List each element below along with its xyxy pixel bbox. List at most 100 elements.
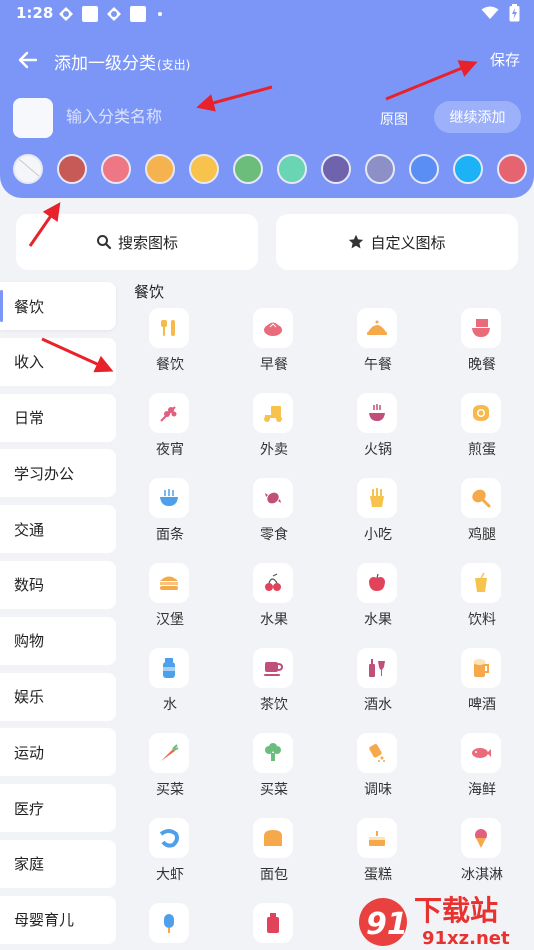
color-swatch[interactable] [277,154,307,184]
category-name-input[interactable] [66,107,346,126]
icon-label: 餐饮 [156,357,184,373]
sidebar-item[interactable]: 娱乐 [0,672,116,721]
beer-icon [461,648,501,688]
cake-icon [357,818,397,858]
color-swatch[interactable] [57,154,87,184]
color-swatch[interactable] [497,154,527,184]
page-title-text: 添加一级分类 [54,54,156,74]
icon-cell[interactable]: 面条 [118,478,222,558]
color-swatch[interactable] [145,154,175,184]
icon-cell[interactable]: 火锅 [326,393,430,473]
icon-cell[interactable]: 水 [118,648,222,728]
fries-icon [357,478,397,518]
icon-cell[interactable]: 小吃 [326,478,430,558]
sidebar-item[interactable]: 购物 [0,616,116,665]
icon-cell[interactable]: 大虾 [118,818,222,898]
sidebar-item[interactable]: 交通 [0,505,116,554]
color-swatch[interactable] [101,154,131,184]
color-picker [13,154,527,186]
icon-cell[interactable]: 煎蛋 [430,393,534,473]
status-bar: 1:28 [0,0,534,28]
icon-cell[interactable]: 酒水 [326,648,430,728]
icon-label: 早餐 [260,357,288,373]
color-swatch[interactable] [409,154,439,184]
icon-cell[interactable]: 买菜 [118,733,222,813]
icon-cell[interactable]: 买菜 [222,733,326,813]
svg-text:91: 91 [366,907,408,942]
color-swatch[interactable] [321,154,351,184]
icon-cell[interactable]: 水果 [326,563,430,643]
hotpot-icon [357,393,397,433]
battery-icon [509,4,520,22]
tea-cup-icon [253,648,293,688]
icon-cell[interactable]: 午餐 [326,308,430,388]
sidebar-item[interactable]: 运动 [0,728,116,777]
category-icon-preview[interactable] [13,98,53,138]
skewers-icon [149,393,189,433]
icon-label: 海鲜 [468,782,496,798]
icon-cell[interactable]: 外卖 [222,393,326,473]
icon-cell[interactable]: 晚餐 [430,308,534,388]
icon-label: 煎蛋 [468,442,496,458]
icon-cell[interactable]: 调味 [326,733,430,813]
search-icon-button[interactable]: 搜索图标 [16,214,258,270]
icon-label: 晚餐 [468,357,496,373]
icon-cell[interactable] [222,903,326,950]
save-button[interactable]: 保存 [490,49,520,70]
icon-cell[interactable]: 早餐 [222,308,326,388]
cloche-icon [357,308,397,348]
ice-cream-icon [461,818,501,858]
icon-label: 火锅 [364,442,392,458]
wifi-icon [481,6,499,19]
apple-icon [357,563,397,603]
back-arrow-icon[interactable] [14,46,42,74]
sidebar-item[interactable]: 家庭 [0,839,116,888]
sidebar-item[interactable]: 日常 [0,393,116,442]
sidebar-item[interactable]: 母婴育儿 [0,895,116,944]
icon-cell[interactable]: 餐饮 [118,308,222,388]
color-swatch[interactable] [233,154,263,184]
app-notification-icon [107,7,121,21]
icon-label: 水 [163,697,177,713]
color-swatch[interactable] [189,154,219,184]
icon-cell[interactable]: 夜宵 [118,393,222,473]
sidebar-item[interactable]: 医疗 [0,784,116,833]
icon-label: 饮料 [468,612,496,628]
shrimp-icon [149,818,189,858]
broccoli-icon [253,733,293,773]
header: 1:28 添加一级分类(支出) 保存 原图 继续添加 [0,0,534,198]
sidebar-item[interactable]: 餐饮 [0,282,116,330]
icon-cell[interactable] [118,903,222,950]
sidebar-item[interactable]: 收入 [0,337,116,386]
icon-cell[interactable]: 汉堡 [118,563,222,643]
icon-cell[interactable]: 海鲜 [430,733,534,813]
icon-label: 调味 [364,782,392,798]
continue-add-button[interactable]: 继续添加 [434,101,521,133]
custom-icon-button[interactable]: 自定义图标 [276,214,518,270]
icon-cell[interactable]: 饮料 [430,563,534,643]
icon-cell[interactable]: 鸡腿 [430,478,534,558]
icon-cell[interactable]: 水果 [222,563,326,643]
scooter-icon [253,393,293,433]
sidebar-item-label: 收入 [14,353,45,372]
icon-label: 零食 [260,527,288,543]
more-notifications-dot [158,12,162,16]
icon-cell[interactable]: 面包 [222,818,326,898]
sidebar-item[interactable]: 学习办公 [0,449,116,498]
popsicle-icon [149,903,189,943]
bread-icon [253,818,293,858]
icon-cell[interactable]: 零食 [222,478,326,558]
color-swatch[interactable] [453,154,483,184]
original-image-button[interactable]: 原图 [380,109,408,129]
icon-cell[interactable]: 啤酒 [430,648,534,728]
sidebar-item-label: 学习办公 [14,464,75,483]
water-bottle-icon [149,648,189,688]
sidebar-item-label: 日常 [14,409,45,428]
color-swatch-none[interactable] [13,154,43,184]
icon-label: 冰淇淋 [461,867,503,883]
color-swatch[interactable] [365,154,395,184]
system-icons [481,4,520,22]
sidebar-item-label: 医疗 [14,799,45,818]
sidebar-item[interactable]: 数码 [0,560,116,609]
icon-cell[interactable]: 茶饮 [222,648,326,728]
